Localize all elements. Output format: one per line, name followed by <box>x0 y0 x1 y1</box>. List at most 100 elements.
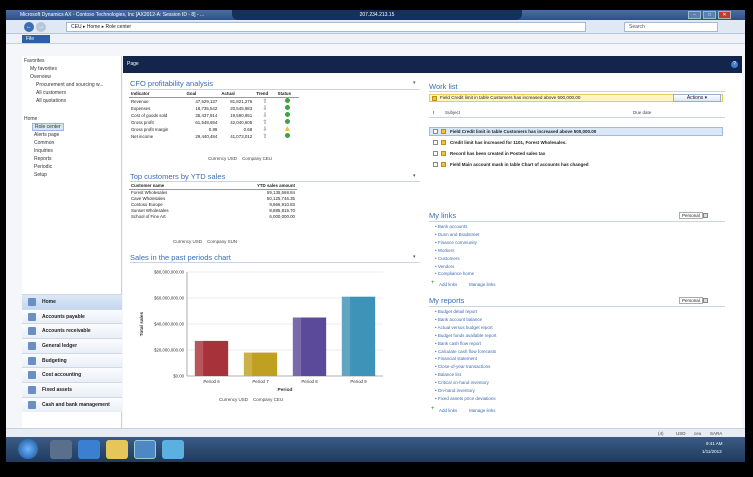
nav-setup[interactable]: Setup <box>34 172 47 178</box>
my-report-item[interactable]: • Critical on-hand inventory <box>435 380 489 385</box>
cfo-part-title: CFO profitability analysis <box>130 79 213 88</box>
my-link-item[interactable]: • Bank accounts <box>435 224 467 229</box>
back-button[interactable]: ← <box>24 22 34 32</box>
my-report-item[interactable]: • Budget detail report <box>435 309 477 314</box>
chevron-down-icon[interactable] <box>703 298 708 303</box>
nav-inquiries[interactable]: Inquiries <box>34 148 53 154</box>
row-checkbox[interactable] <box>433 129 438 134</box>
breadcrumb-home[interactable]: Home <box>87 24 100 30</box>
internet-explorer-icon[interactable] <box>162 440 184 459</box>
status-company[interactable]: ceu <box>694 431 701 436</box>
my-link-item[interactable]: • Vendors <box>435 264 454 269</box>
cfo-row[interactable]: Net income 29,440,484 41,073,012 ⇧ <box>129 133 299 140</box>
divider <box>130 262 420 263</box>
my-link-item[interactable]: • Customers <box>435 256 460 261</box>
nav-alerts-page[interactable]: Alerts page <box>34 132 59 138</box>
nav-common[interactable]: Common <box>34 140 54 146</box>
my-report-item[interactable]: • Close-of-year transactions <box>435 364 490 369</box>
help-icon[interactable]: ? <box>731 61 738 68</box>
dynamics-ax-icon[interactable] <box>134 440 156 459</box>
status-user[interactable]: SARA <box>710 431 722 436</box>
work-list-item[interactable]: Record has been created in Posted sales … <box>450 151 545 156</box>
cfo-indicator: Revenue <box>131 98 149 104</box>
my-report-item[interactable]: • Actual versus budget report <box>435 325 493 330</box>
trend-down-arrow-icon: ⇩ <box>262 112 268 119</box>
col-subject[interactable]: Subject <box>445 110 460 115</box>
add-reports-link[interactable]: Add links <box>439 408 457 413</box>
my-link-item[interactable]: • Finance community <box>435 240 477 245</box>
my-link-item[interactable]: • Compliance home <box>435 271 474 276</box>
col-due-date[interactable]: Due date <box>633 110 651 115</box>
start-button-icon[interactable] <box>18 439 38 459</box>
nav-reports[interactable]: Reports <box>34 156 52 162</box>
powershell-icon[interactable] <box>78 440 100 459</box>
breadcrumb[interactable]: CEU ▸ Home ▸ Role center <box>66 22 586 32</box>
status-currency[interactable]: USD <box>676 431 686 436</box>
module-accounts-receivable[interactable]: Accounts receivable <box>22 323 122 339</box>
folder-icon[interactable] <box>106 440 128 459</box>
cfo-row[interactable]: Expenses 18,735,542 20,545,983 ⇩ <box>129 105 299 112</box>
nav-all-customers[interactable]: All customers <box>36 90 66 96</box>
manage-reports-link[interactable]: Manage links <box>469 408 496 413</box>
row-checkbox[interactable] <box>433 140 438 145</box>
collapse-icon[interactable]: ▾ <box>413 254 416 260</box>
cfo-row[interactable]: Gross profit 61,548,694 42,040,605 ⇧ <box>129 119 299 126</box>
breadcrumb-company[interactable]: CEU <box>71 24 82 30</box>
my-reports-view-dropdown[interactable]: Personal <box>679 297 703 304</box>
customer-row[interactable]: School of Fine Art 6,000,000.00 <box>129 213 297 219</box>
close-button[interactable]: ✕ <box>718 11 731 19</box>
my-links-view-dropdown[interactable]: Personal <box>679 212 703 219</box>
actions-button[interactable]: Actions ▾ <box>673 94 721 102</box>
cfo-row[interactable]: Cost of goods sold 35,437,914 19,590,951 ⇩ <box>129 112 299 119</box>
work-list-item[interactable]: Field Credit limit in table Customers ha… <box>450 129 596 134</box>
status-green-icon <box>284 98 290 103</box>
col-exclamation[interactable]: ! <box>433 110 435 115</box>
work-list-item[interactable]: Field Main account mask in table Chart o… <box>450 162 589 167</box>
manage-links-link[interactable]: Manage links <box>469 282 496 287</box>
search-input[interactable]: Search <box>624 22 718 32</box>
nav-role-center[interactable]: Role center <box>32 123 64 131</box>
my-report-item[interactable]: • Budget funds available report <box>435 333 496 338</box>
module-home[interactable]: Home <box>22 294 122 309</box>
module-general-ledger[interactable]: General ledger <box>22 338 122 353</box>
module-accounts-payable[interactable]: Accounts payable <box>22 308 122 324</box>
nav-my-favorites[interactable]: My favorites <box>30 66 57 72</box>
status-notifications[interactable]: (4) <box>658 431 664 436</box>
module-cost-accounting[interactable]: Cost accounting <box>22 367 122 383</box>
my-report-item[interactable]: • Fixed assets price deviations <box>435 396 496 401</box>
breadcrumb-role-center[interactable]: Role center <box>106 24 132 30</box>
rdp-connection-bar[interactable]: 207.234.213.15 <box>232 10 522 20</box>
users-icon[interactable] <box>50 440 72 459</box>
minimize-button[interactable]: − <box>688 11 701 19</box>
cfo-indicator: Gross profit margin <box>131 126 169 132</box>
nav-favorites[interactable]: Favorites <box>24 58 45 64</box>
cfo-row[interactable]: Gross profit margin 0.89 0.68 ⇩ <box>129 126 299 133</box>
nav-overview[interactable]: Overview <box>30 74 51 80</box>
my-report-item[interactable]: • Calculate cash flow forecasts <box>435 349 496 354</box>
my-link-item[interactable]: • Workers <box>435 248 455 253</box>
nav-procurement[interactable]: Procurement and sourcing w... <box>36 82 104 88</box>
collapse-icon[interactable]: ▾ <box>413 80 416 86</box>
nav-periodic[interactable]: Periodic <box>34 164 52 170</box>
my-report-item[interactable]: • On-hand inventory <box>435 388 475 393</box>
my-report-item[interactable]: • Bank cash flow report <box>435 341 481 346</box>
forward-button[interactable]: → <box>36 22 46 32</box>
chevron-down-icon[interactable] <box>703 213 708 218</box>
module-cash-bank[interactable]: Cash and bank management <box>22 396 122 412</box>
module-fixed-assets[interactable]: Fixed assets <box>22 382 122 397</box>
work-list-item[interactable]: Credit limit has increased for 1101, For… <box>450 140 567 145</box>
collapse-icon[interactable]: ▾ <box>413 173 416 179</box>
file-menu-button[interactable]: File <box>22 35 50 43</box>
my-report-item[interactable]: • Financial statement <box>435 356 477 361</box>
my-link-item[interactable]: • Dunn and Bradstreet <box>435 232 479 237</box>
cfo-row[interactable]: Revenue 47,529,137 81,821,276 ⇧ <box>129 97 299 105</box>
row-checkbox[interactable] <box>433 151 438 156</box>
module-budgeting[interactable]: Budgeting <box>22 352 122 368</box>
nav-home[interactable]: Home <box>24 116 37 122</box>
my-report-item[interactable]: • Balance list <box>435 372 461 377</box>
row-checkbox[interactable] <box>433 162 438 167</box>
add-links-link[interactable]: Add links <box>439 282 457 287</box>
maximize-button[interactable]: □ <box>703 11 716 19</box>
nav-all-quotations[interactable]: All quotations <box>36 98 66 104</box>
my-report-item[interactable]: • Bank account balance <box>435 317 482 322</box>
